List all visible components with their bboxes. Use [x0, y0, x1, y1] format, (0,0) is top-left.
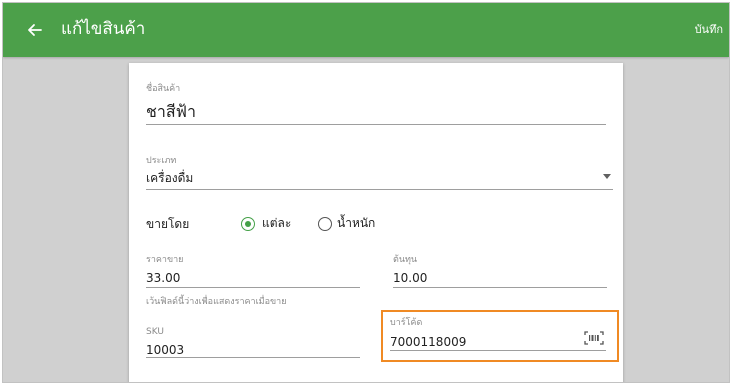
cost-label: ต้นทุน — [393, 255, 418, 265]
sku-underline — [146, 357, 360, 358]
product-name-underline — [146, 124, 606, 125]
price-input[interactable]: 33.00 — [146, 269, 180, 287]
chevron-down-icon[interactable] — [603, 174, 611, 179]
barcode-label: บาร์โค้ด — [390, 318, 423, 328]
product-form-card: ชื่อสินค้า ชาสีฟ้า ประเภท เครื่องดื่ม ขา… — [129, 63, 623, 382]
sell-by-label: ขายโดย — [146, 217, 190, 231]
radio-weight[interactable] — [318, 217, 332, 231]
sku-label: SKU — [146, 327, 164, 337]
back-arrow-icon[interactable] — [25, 20, 45, 40]
category-label: ประเภท — [146, 156, 177, 166]
app-bar: แก้ไขสินค้า บันทึก — [3, 3, 729, 57]
barcode-scan-icon[interactable] — [584, 331, 604, 345]
save-button[interactable]: บันทึก — [695, 22, 723, 38]
cost-input[interactable]: 10.00 — [393, 269, 427, 287]
barcode-underline — [390, 350, 606, 351]
radio-each[interactable] — [241, 217, 255, 231]
page-title: แก้ไขสินค้า — [61, 19, 146, 39]
price-label: ราคาขาย — [146, 255, 184, 265]
cost-underline — [393, 287, 607, 288]
barcode-input[interactable]: 7000118009 — [390, 333, 466, 351]
app-window: แก้ไขสินค้า บันทึก ชื่อสินค้า ชาสีฟ้า ปร… — [2, 2, 730, 383]
product-name-label: ชื่อสินค้า — [146, 84, 181, 94]
barcode-field-highlight[interactable]: บาร์โค้ด 7000118009 — [381, 310, 619, 362]
product-name-input[interactable]: ชาสีฟ้า — [146, 101, 196, 123]
radio-each-label[interactable]: แต่ละ — [262, 215, 291, 231]
price-hint: เว้นฟิลด์นี้ว่างเพื่อแสดงราคาเมื่อขาย — [146, 297, 287, 307]
radio-weight-label[interactable]: น้ำหนัก — [337, 215, 375, 231]
category-select[interactable]: เครื่องดื่ม — [146, 169, 193, 187]
price-underline — [146, 287, 360, 288]
category-underline — [146, 189, 613, 190]
